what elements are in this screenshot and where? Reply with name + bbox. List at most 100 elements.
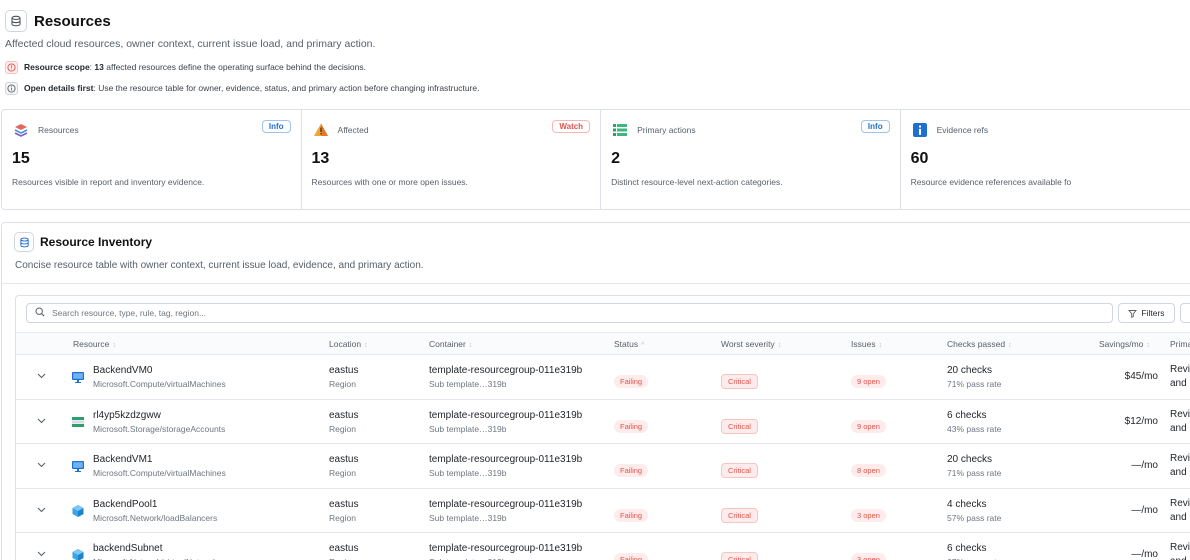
location-value: eastus [329, 365, 359, 376]
column-header-primary-action[interactable]: Prima [1170, 339, 1190, 349]
container-sub: Sub template…319b [429, 379, 507, 389]
primary-action-line2[interactable]: and i [1170, 466, 1190, 480]
resource-inventory-panel: Resource Inventory Concise resource tabl… [1, 222, 1190, 560]
kpi-label: Primary actions [637, 125, 696, 135]
chevron-down-icon[interactable] [36, 416, 46, 426]
search-input[interactable] [52, 308, 952, 318]
kpi-card-resources[interactable]: Resources Info 15 Resources visible in r… [2, 110, 302, 209]
note-separator: : [89, 62, 93, 72]
resource-type: Microsoft.Storage/storageAccounts [93, 423, 226, 434]
column-header-issues[interactable]: Issues ↕ [851, 339, 882, 349]
section-subtitle: Concise resource table with owner contex… [15, 260, 424, 271]
primary-action-line1[interactable]: Revi [1170, 363, 1190, 377]
table-row[interactable]: BackendPool1 Microsoft.Network/loadBalanc… [16, 489, 1190, 533]
kpi-row: Resources Info 15 Resources visible in r… [1, 109, 1190, 210]
location-value: eastus [329, 409, 359, 421]
primary-action-line2[interactable]: and i [1170, 422, 1190, 436]
checks-count: 20 checks [947, 365, 993, 376]
alert-circle-icon [5, 60, 18, 74]
stack-icon [12, 121, 30, 139]
primary-action-line1[interactable]: Revi [1170, 452, 1190, 466]
resource-name[interactable]: rl4yp5kzdzgww [93, 410, 225, 421]
note-label: Open details first [24, 83, 94, 93]
status-badge: Failing [614, 464, 649, 477]
resource-name[interactable]: backendSubnet [93, 543, 221, 554]
chevron-down-icon[interactable] [36, 549, 46, 559]
resource-name[interactable]: BackendPool1 [93, 499, 217, 510]
vm-icon [71, 459, 85, 473]
cube-icon [71, 548, 85, 560]
column-header-checks-passed[interactable]: Checks passed ↕ [947, 339, 1012, 349]
primary-action-line1[interactable]: Revi [1170, 497, 1190, 511]
table-row[interactable]: BackendVM0 Microsoft.Compute/virtualMachi… [16, 355, 1190, 400]
container-sub: Sub template…319b [429, 423, 507, 434]
info-circle-icon [5, 81, 18, 95]
column-header-resource[interactable]: Resource ↕ [73, 339, 116, 349]
warning-icon [312, 121, 330, 139]
note-label: Resource scope [24, 62, 90, 72]
kpi-value: 60 [910, 150, 929, 167]
primary-action-line1[interactable]: Revi [1170, 408, 1190, 422]
table-row[interactable]: rl4yp5kzdzgww Microsoft.Storage/storageAc… [16, 400, 1190, 444]
location-sub: Region [329, 379, 356, 389]
savings-value: $45/mo [1124, 371, 1158, 382]
resource-name[interactable]: BackendVM0 [93, 365, 226, 376]
container-sub: Sub template…319b [429, 512, 507, 523]
list-icon [611, 121, 629, 139]
pass-rate: 71% pass rate [947, 468, 1002, 478]
search-icon [35, 304, 45, 322]
container-value: template-resourcegroup-011e319b [429, 498, 583, 510]
info-icon [911, 121, 929, 139]
kpi-badge: Watch [552, 120, 591, 133]
filters-button[interactable]: Filters [1118, 303, 1175, 323]
open-details-note: Open details first: Use the resource tab… [5, 81, 479, 95]
storage-icon [71, 415, 85, 429]
column-header-status[interactable]: Status ^ [614, 339, 644, 349]
note-count: 13 [94, 62, 104, 72]
column-header-savings[interactable]: Savings/mo ↕ [1099, 339, 1150, 349]
status-badge: Failing [614, 553, 649, 560]
resource-type: Microsoft.Compute/virtualMachines [93, 379, 226, 389]
kpi-badge: Info [261, 120, 291, 133]
primary-action-line2[interactable]: and i [1170, 555, 1190, 560]
savings-value: $12/mo [1124, 415, 1158, 427]
resource-scope-note: Resource scope: 13 affected resources de… [5, 60, 366, 74]
kpi-card-affected[interactable]: Affected Watch 13 Resources with one or … [302, 110, 602, 209]
resource-name[interactable]: BackendVM1 [93, 454, 226, 465]
search-box[interactable] [26, 303, 1113, 323]
status-badge: Failing [614, 419, 649, 433]
severity-badge: Critical [721, 507, 758, 523]
chevron-down-icon[interactable] [36, 460, 46, 470]
chevron-down-icon[interactable] [36, 505, 46, 515]
location-sub: Region [329, 423, 356, 434]
kpi-card-evidence-refs[interactable]: Evidence refs 60 Resource evidence refer… [901, 110, 1190, 209]
savings-value: —/mo [1131, 549, 1158, 560]
section-title: Resource Inventory [40, 235, 153, 249]
database-icon [5, 10, 27, 32]
filter-icon [1128, 309, 1138, 318]
kpi-badge: Info [860, 120, 890, 133]
location-sub: Region [329, 468, 356, 478]
checks-count: 6 checks [947, 409, 987, 421]
filters-label: Filters [1141, 308, 1165, 318]
table-row[interactable]: backendSubnetMicrosoft.Network/virtualNe… [16, 533, 1190, 560]
kpi-card-primary-actions[interactable]: Primary actions Info 2 Distinct resource… [601, 110, 901, 209]
table-row[interactable]: BackendVM1 Microsoft.Compute/virtualMachi… [16, 444, 1190, 489]
resource-table: Filters Resource↕ Location↕ Container↕ S… [15, 295, 1190, 560]
primary-action-line2[interactable]: and i [1170, 377, 1190, 391]
kpi-description: Distinct resource-level next-action cate… [611, 177, 783, 187]
container-value: template-resourcegroup-011e319b [429, 543, 583, 554]
location-value: eastus [329, 454, 359, 465]
kpi-label: Evidence refs [936, 125, 989, 135]
location-sub: Region [329, 512, 356, 523]
primary-action-line2[interactable]: and i [1170, 511, 1190, 525]
column-header-worst-severity[interactable]: Worst severity ↕ [721, 339, 781, 349]
column-header-container[interactable]: Container ↕ [429, 339, 472, 349]
container-value: template-resourcegroup-011e319b [429, 409, 583, 421]
column-header-location[interactable]: Location ↕ [329, 339, 368, 349]
chevron-down-icon[interactable] [36, 371, 46, 381]
primary-action-line1[interactable]: Revi [1170, 541, 1190, 555]
checks-count: 6 checks [947, 543, 987, 554]
toolbar-extra-button[interactable] [1180, 303, 1190, 323]
severity-badge: Critical [721, 463, 758, 478]
